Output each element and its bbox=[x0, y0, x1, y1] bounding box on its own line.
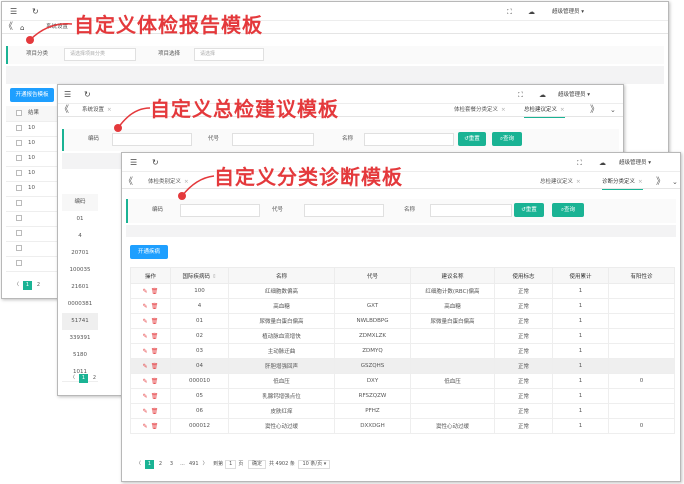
annotation-dot-1 bbox=[26, 36, 34, 44]
annotation-leaders bbox=[29, 23, 215, 197]
annotation-dot-3 bbox=[178, 192, 186, 200]
annotation-report-template: 自定义体检报告模板 bbox=[74, 13, 263, 37]
leader-line-1 bbox=[29, 23, 73, 41]
annotation-dot-2 bbox=[114, 124, 122, 132]
annotation-diagnosis-template: 自定义分类诊断模板 bbox=[214, 165, 403, 189]
leader-line-3 bbox=[181, 175, 215, 197]
annotation-advice-template: 自定义总检建议模板 bbox=[150, 97, 339, 121]
leader-line-2 bbox=[117, 107, 151, 129]
